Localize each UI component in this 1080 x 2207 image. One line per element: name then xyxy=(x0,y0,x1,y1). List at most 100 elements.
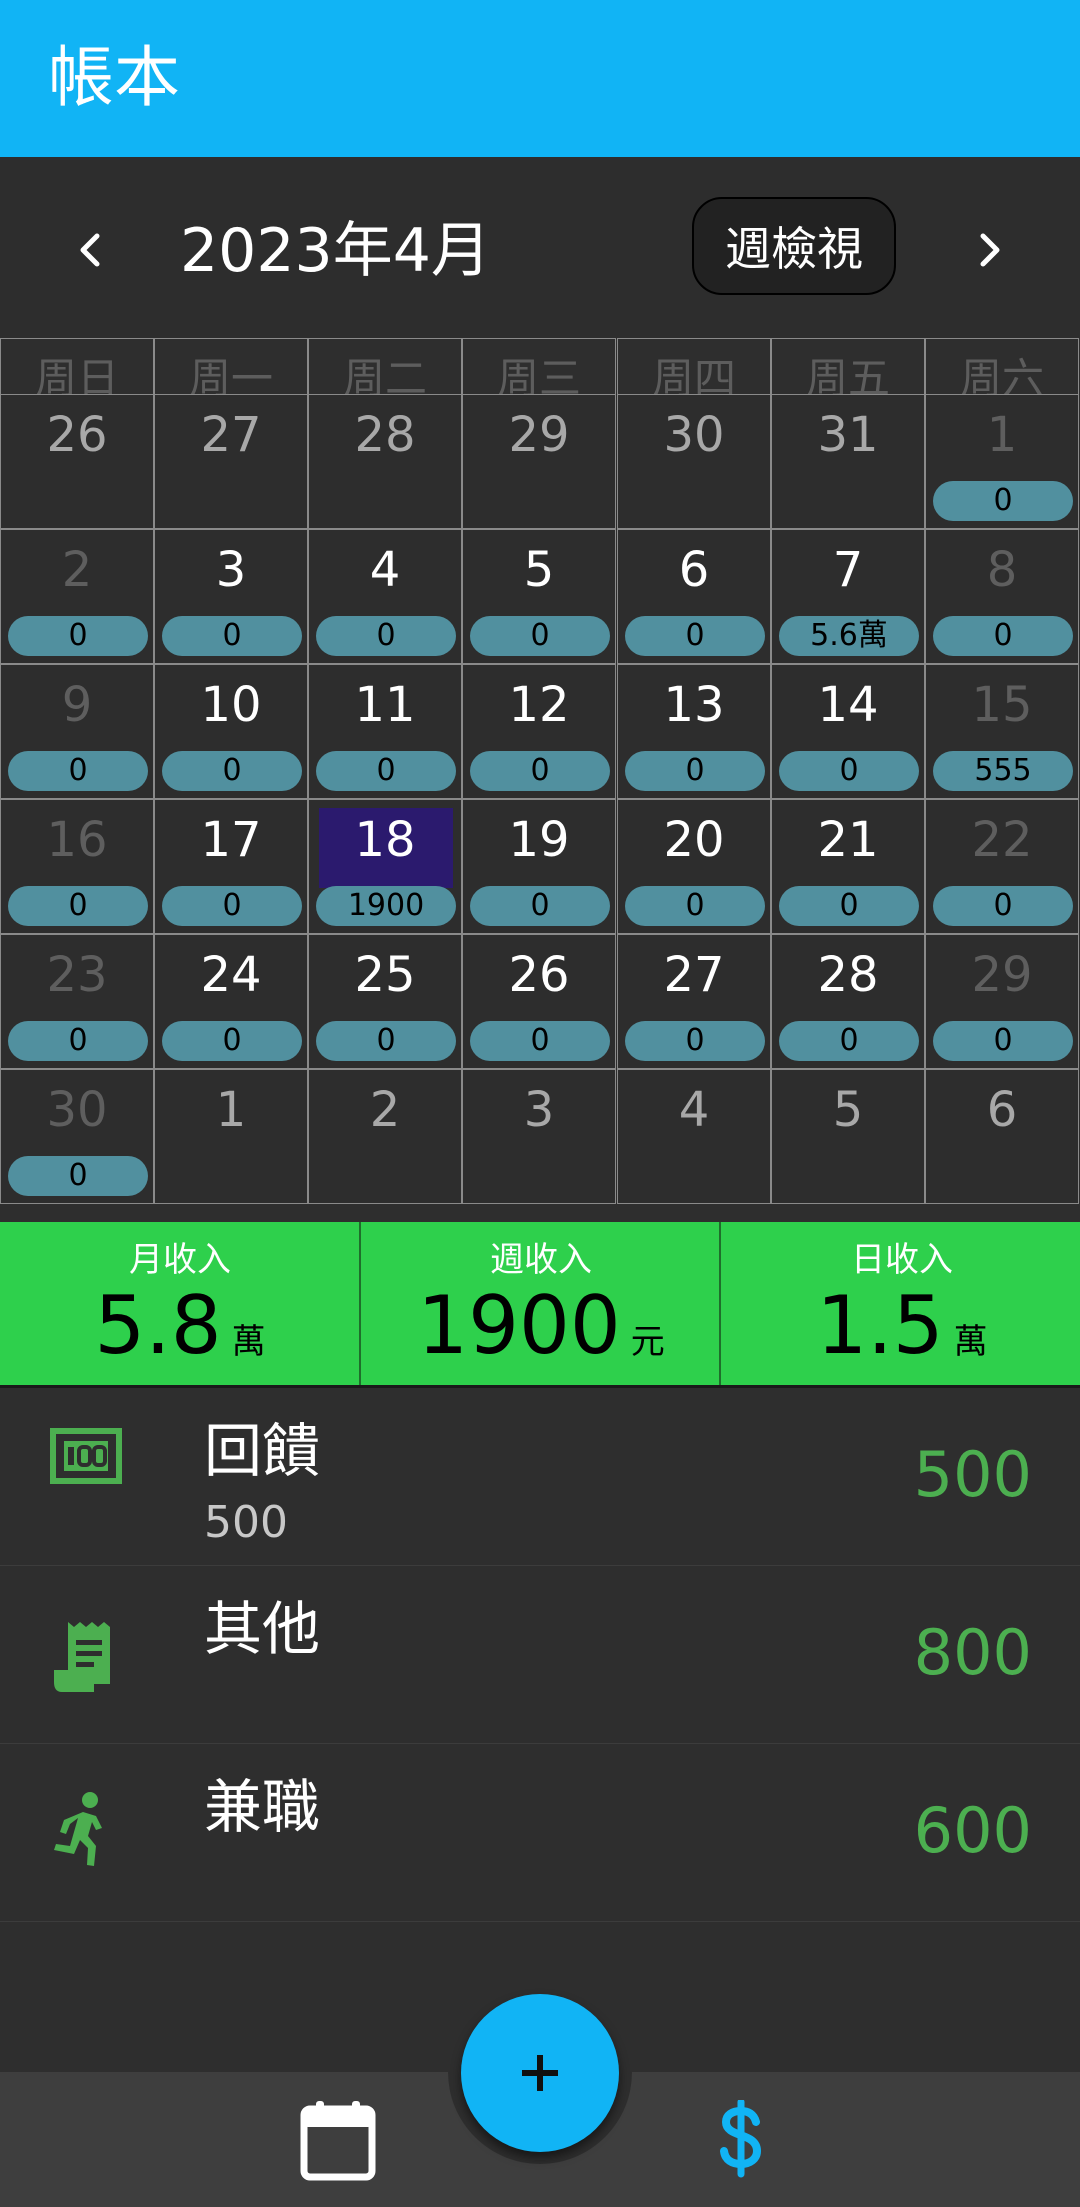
calendar-day[interactable]: 7 5.6萬 xyxy=(771,529,925,664)
income-summary-label: 週收入 xyxy=(490,1240,592,1280)
calendar-day[interactable]: 29 0 xyxy=(925,934,1079,1069)
calendar-day[interactable]: 31 xyxy=(771,394,925,529)
calendar-day[interactable]: 28 0 xyxy=(771,934,925,1069)
weekday-header: 周日 周一 周二 周三 周四 周五 周六 xyxy=(0,338,1080,394)
calendar-grid: 周日 周一 周二 周三 周四 周五 周六 26 27 28 29 30 31 1 0 2 0 3 0 4 0 5 0 6 0 7… xyxy=(0,338,1080,1204)
calendar-day[interactable]: 3 xyxy=(462,1069,616,1204)
calendar-day[interactable]: 26 0 xyxy=(462,934,616,1069)
calendar-day[interactable]: 17 0 xyxy=(154,799,308,934)
day-number: 2 xyxy=(369,1082,401,1138)
calendar-nav-button[interactable] xyxy=(298,2098,378,2182)
calendar-day[interactable]: 25 0 xyxy=(308,934,462,1069)
day-income-badge: 0 xyxy=(933,886,1073,926)
day-number: 25 xyxy=(354,947,416,1003)
calendar-day[interactable]: 4 xyxy=(617,1069,771,1204)
day-number: 28 xyxy=(354,407,416,463)
day-number: 4 xyxy=(369,542,401,598)
calendar-day[interactable]: 30 xyxy=(617,394,771,529)
income-summary-value: 1900 元 xyxy=(361,1280,721,1388)
calendar-day[interactable]: 23 0 xyxy=(0,934,154,1069)
calendar-day[interactable]: 30 xyxy=(154,529,308,664)
week-view-button[interactable]: 週檢視 xyxy=(692,197,896,295)
chevron-left-icon xyxy=(80,233,100,267)
calendar-day[interactable]: 30 0 xyxy=(0,1069,154,1204)
day-number: 9 xyxy=(61,677,93,733)
income-value-unit: 萬 xyxy=(953,1322,988,1362)
day-number: 10 xyxy=(200,677,262,733)
calendar-day[interactable]: 5 xyxy=(771,1069,925,1204)
day-number: 26 xyxy=(46,407,108,463)
entry-item[interactable]: 兼職 600 xyxy=(0,1744,1080,1922)
entry-amount: 800 xyxy=(913,1616,1032,1689)
day-number: 12 xyxy=(508,677,570,733)
entry-note: 500 xyxy=(204,1497,288,1548)
calendar-day[interactable]: 14 0 xyxy=(771,664,925,799)
month-navigation: 2023年4月 週檢視 xyxy=(0,157,1080,340)
calendar-day[interactable]: 12 0 xyxy=(462,664,616,799)
add-entry-button[interactable] xyxy=(461,1994,619,2152)
calendar-day[interactable]: 24 0 xyxy=(154,934,308,1069)
calendar-day[interactable]: 27 0 xyxy=(617,934,771,1069)
calendar-day[interactable]: 10 0 xyxy=(154,664,308,799)
calendar-day[interactable]: 60 xyxy=(617,529,771,664)
entry-title: 兼職 xyxy=(204,1773,321,1841)
day-number: 3 xyxy=(215,542,247,598)
entry-amount: 500 xyxy=(913,1438,1032,1511)
day-income-badge: 0 xyxy=(933,1021,1073,1061)
day-number: 22 xyxy=(971,812,1033,868)
income-value-unit: 萬 xyxy=(231,1322,266,1362)
calendar-day[interactable]: 29 xyxy=(462,394,616,529)
day-income-badge: 0 xyxy=(933,481,1073,521)
calendar-day[interactable]: 28 xyxy=(308,394,462,529)
previous-month-button[interactable] xyxy=(55,215,125,285)
day-number: 20 xyxy=(663,812,725,868)
day-income-badge: 0 xyxy=(625,1021,765,1061)
calendar-day[interactable]: 15 555 xyxy=(925,664,1079,799)
calendar-day-today[interactable]: 18 1900 xyxy=(308,799,462,934)
calendar-day[interactable]: 10 xyxy=(925,394,1079,529)
day-income-badge: 0 xyxy=(779,886,919,926)
weekday-label: 周日 xyxy=(0,338,154,394)
calendar-day[interactable]: 2 xyxy=(308,1069,462,1204)
entry-item[interactable]: 其他 800 xyxy=(0,1566,1080,1744)
weekday-label: 周三 xyxy=(462,338,616,394)
day-income-badge: 0 xyxy=(625,886,765,926)
calendar-day[interactable]: 27 xyxy=(154,394,308,529)
day-number: 19 xyxy=(508,812,570,868)
calendar-day[interactable]: 40 xyxy=(308,529,462,664)
calendar-day[interactable]: 16 0 xyxy=(0,799,154,934)
calendar-day[interactable]: 26 xyxy=(0,394,154,529)
calendar-day[interactable]: 50 xyxy=(462,529,616,664)
day-number: 4 xyxy=(678,1082,710,1138)
entry-item[interactable]: 回饋 500 500 xyxy=(0,1388,1080,1566)
dollar-icon xyxy=(720,2100,762,2178)
day-number: 6 xyxy=(986,1082,1018,1138)
day-income-badge: 0 xyxy=(933,616,1073,656)
receipt-icon xyxy=(50,1618,126,1694)
chevron-right-icon xyxy=(980,233,1000,267)
day-income-badge: 0 xyxy=(162,616,302,656)
calendar-day[interactable]: 80 xyxy=(925,529,1079,664)
day-number: 23 xyxy=(46,947,108,1003)
next-month-button[interactable] xyxy=(955,215,1025,285)
finance-nav-button[interactable] xyxy=(701,2098,781,2182)
calendar-day[interactable]: 20 xyxy=(0,529,154,664)
day-income-badge: 0 xyxy=(8,1021,148,1061)
day-income-badge: 0 xyxy=(8,616,148,656)
entry-amount: 600 xyxy=(913,1794,1032,1867)
day-income-badge: 0 xyxy=(162,1021,302,1061)
calendar-day[interactable]: 1 xyxy=(154,1069,308,1204)
calendar-day[interactable]: 20 0 xyxy=(617,799,771,934)
summary-divider xyxy=(719,1222,721,1385)
calendar-day[interactable]: 19 0 xyxy=(462,799,616,934)
day-number: 11 xyxy=(354,677,416,733)
app-title: 帳本 xyxy=(48,39,180,116)
calendar-day[interactable]: 6 xyxy=(925,1069,1079,1204)
calendar-day[interactable]: 90 xyxy=(0,664,154,799)
calendar-day[interactable]: 11 0 xyxy=(308,664,462,799)
day-number: 30 xyxy=(46,1082,108,1138)
calendar-day[interactable]: 13 0 xyxy=(617,664,771,799)
day-income-badge: 0 xyxy=(779,1021,919,1061)
calendar-day[interactable]: 22 0 xyxy=(925,799,1079,934)
calendar-day[interactable]: 21 0 xyxy=(771,799,925,934)
